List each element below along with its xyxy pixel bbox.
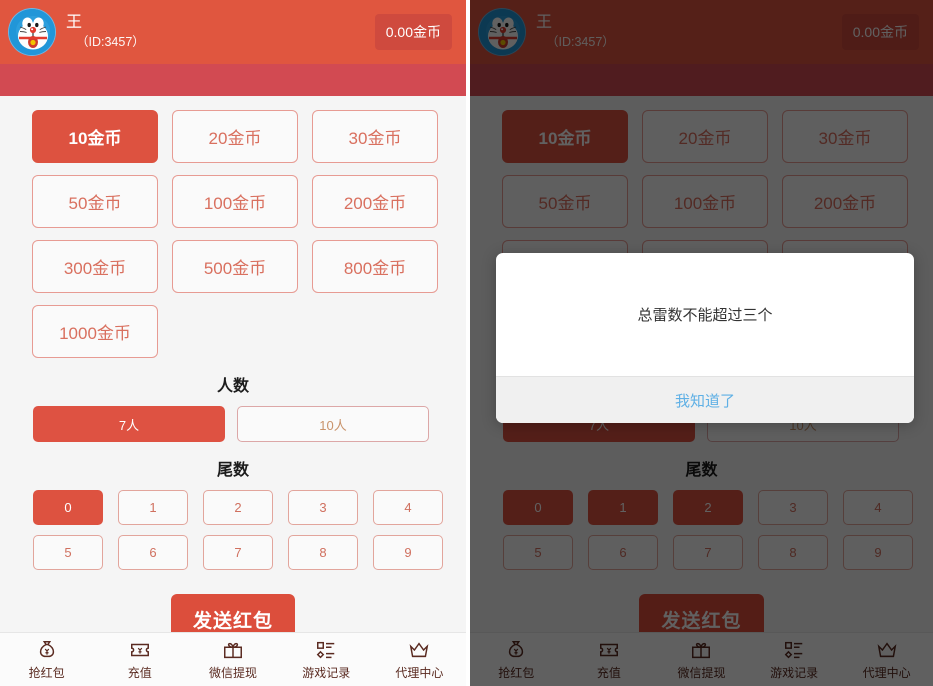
amount-button[interactable]: 100金币	[172, 175, 298, 228]
tab-wechat-withdraw[interactable]: 微信提现	[186, 639, 279, 681]
alert-dialog: 总雷数不能超过三个 我知道了	[496, 253, 914, 423]
tab-recharge[interactable]: 充值	[93, 639, 186, 681]
main-content: 10金币 20金币 30金币 50金币 100金币 200金币 300金币 50…	[0, 96, 466, 645]
user-info: 王 （ID:3457）	[66, 13, 145, 50]
crown-icon	[408, 639, 430, 661]
amount-button[interactable]: 10金币	[32, 110, 158, 163]
ticket-icon	[129, 639, 151, 661]
list-icon	[315, 639, 337, 661]
digit-button[interactable]: 2	[203, 490, 273, 525]
amount-button[interactable]: 300金币	[32, 240, 158, 293]
tab-label: 抢红包	[28, 665, 65, 680]
people-button[interactable]: 10人	[237, 406, 429, 442]
tab-label: 充值	[127, 665, 152, 680]
amount-button[interactable]: 200金币	[312, 175, 438, 228]
digit-button[interactable]: 4	[373, 490, 443, 525]
user-name: 王	[66, 13, 83, 31]
digit-button[interactable]: 0	[33, 490, 103, 525]
amount-button[interactable]: 30金币	[312, 110, 438, 163]
dialog-ok-button[interactable]: 我知道了	[675, 390, 735, 411]
digit-button[interactable]: 8	[288, 535, 358, 570]
amount-button[interactable]: 20金币	[172, 110, 298, 163]
dual-panel-stage: 王 （ID:3457） 0.00金币 10金币 20金币 30金币 50金币 1…	[0, 0, 933, 686]
panel-with-dialog: 王 （ID:3457） 0.00金币 10金币 20金币 30金币 50金币 1…	[470, 0, 933, 686]
money-bag-icon	[36, 639, 58, 661]
amount-button[interactable]: 800金币	[312, 240, 438, 293]
digit-button[interactable]: 1	[118, 490, 188, 525]
digit-button[interactable]: 5	[33, 535, 103, 570]
tail-section-title: 尾数	[216, 462, 249, 479]
people-section-title: 人数	[216, 378, 249, 395]
digit-button[interactable]: 7	[203, 535, 273, 570]
digit-button[interactable]: 3	[288, 490, 358, 525]
digit-button[interactable]: 6	[118, 535, 188, 570]
amount-button[interactable]: 500金币	[172, 240, 298, 293]
panel-normal: 王 （ID:3457） 0.00金币 10金币 20金币 30金币 50金币 1…	[0, 0, 466, 686]
app-header: 王 （ID:3457） 0.00金币	[0, 0, 466, 96]
amount-grid: 10金币 20金币 30金币 50金币 100金币 200金币 300金币 50…	[0, 110, 466, 358]
dialog-footer: 我知道了	[496, 376, 914, 423]
tab-grab-redpacket[interactable]: 抢红包	[0, 639, 93, 681]
digit-button[interactable]: 9	[373, 535, 443, 570]
user-id: （ID:3457）	[76, 35, 145, 50]
gift-icon	[222, 639, 244, 661]
dialog-message: 总雷数不能超过三个	[637, 307, 773, 324]
digit-grid: 0 1 2 3 4 5 6 7 8 9	[0, 490, 466, 570]
people-row: 7人 10人	[0, 406, 466, 442]
tab-game-records[interactable]: 游戏记录	[280, 639, 373, 681]
header-bar: 王 （ID:3457） 0.00金币	[0, 0, 466, 64]
balance-badge[interactable]: 0.00金币	[374, 14, 452, 50]
bottom-tabbar: 抢红包 充值 微信提现	[0, 632, 466, 686]
tab-label: 游戏记录	[302, 665, 351, 680]
tab-label: 微信提现	[209, 665, 258, 680]
amount-button[interactable]: 50金币	[32, 175, 158, 228]
people-button[interactable]: 7人	[33, 406, 225, 442]
avatar[interactable]	[8, 8, 56, 56]
tab-label: 代理中心	[395, 665, 444, 680]
amount-button[interactable]: 1000金币	[32, 305, 158, 358]
tab-agent-center[interactable]: 代理中心	[373, 639, 466, 681]
